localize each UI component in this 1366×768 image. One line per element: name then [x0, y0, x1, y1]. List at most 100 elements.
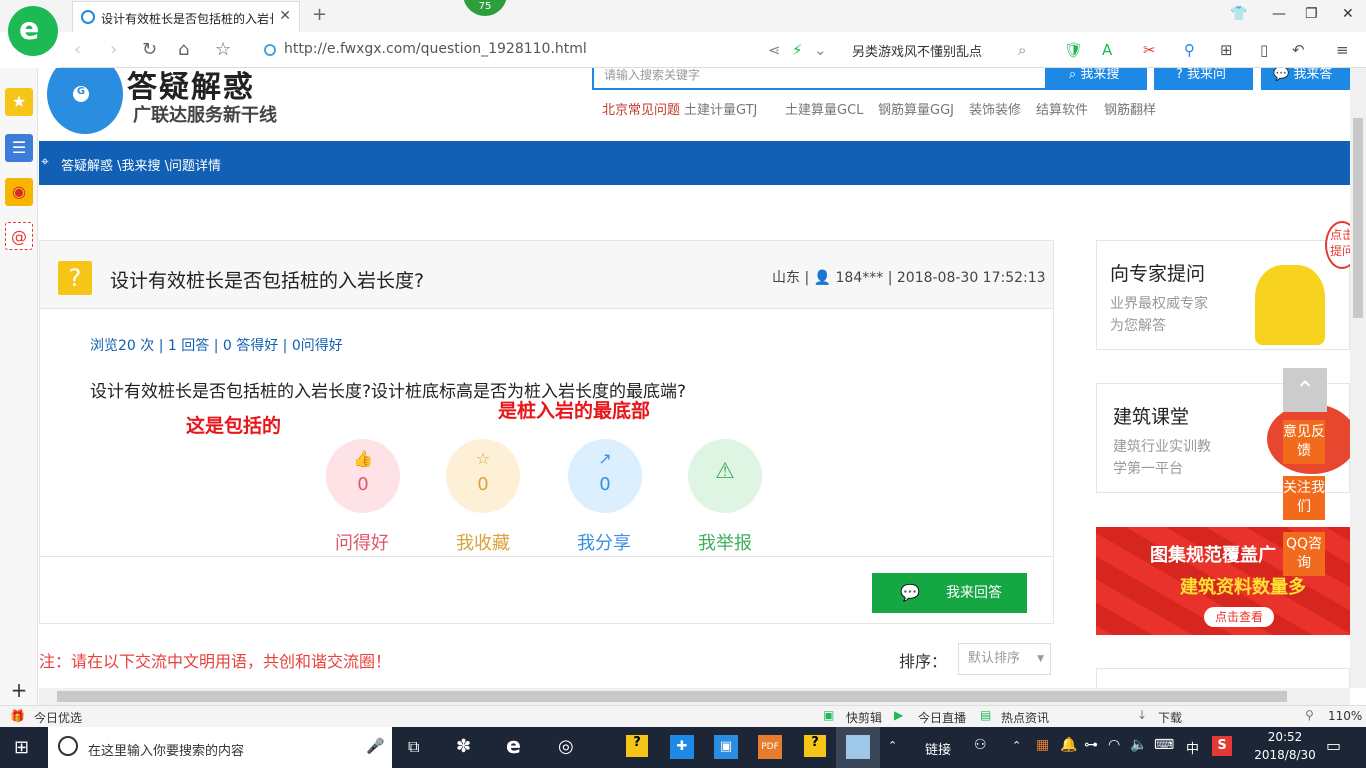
links-toolbar[interactable]: 链接 — [925, 739, 951, 758]
favorite-label[interactable]: 我收藏 — [433, 529, 533, 555]
restore-icon[interactable]: ❐ — [1305, 6, 1318, 22]
tray-bell-icon[interactable]: 🔔 — [1060, 737, 1077, 753]
link-ggj[interactable]: 钢筋算量GGJ — [878, 99, 954, 118]
banner-view-button[interactable]: 点击查看 — [1204, 607, 1274, 627]
refresh-icon[interactable]: ↻ — [142, 39, 157, 60]
help-app-icon[interactable]: ? — [626, 735, 648, 757]
clock-date[interactable]: 2018/8/30 — [1246, 748, 1324, 762]
ask-button[interactable]: ? 我来问 — [1154, 68, 1253, 90]
answer-top-button[interactable]: 💬 我来答 — [1261, 68, 1350, 90]
answer-button[interactable]: 💬 我来回答 — [872, 573, 1027, 613]
ime-indicator[interactable]: 中 — [1186, 738, 1199, 757]
keyboard-icon[interactable]: ⌨ — [1154, 737, 1174, 753]
follow-button[interactable]: 关注我们 — [1283, 476, 1325, 520]
search-icon[interactable]: ⌕ — [1018, 41, 1026, 59]
pinwheel-app-icon[interactable]: ✽ — [456, 736, 471, 757]
hot-search-text[interactable]: 另类游戏风不懂别乱点 — [852, 41, 982, 60]
link-gcl[interactable]: 土建算量GCL — [785, 99, 863, 118]
active-app-icon[interactable] — [846, 735, 870, 759]
site-search-input[interactable]: 请输入搜索关键字 — [592, 68, 1047, 90]
qq-consult-button[interactable]: QQ咨询 — [1283, 532, 1325, 576]
close-tab-icon[interactable]: ✕ — [279, 8, 291, 24]
link-settlement[interactable]: 结算软件 — [1036, 99, 1088, 118]
ie-app-icon[interactable]: e — [506, 734, 521, 759]
close-window-icon[interactable]: ✕ — [1342, 6, 1354, 22]
people-icon[interactable]: ⚇ — [974, 737, 987, 753]
tray-app-icon[interactable]: ▦ — [1036, 737, 1049, 753]
share-action[interactable]: ↗ 0 — [568, 439, 642, 513]
scrollbar-thumb[interactable] — [57, 691, 1287, 702]
new-tab-button[interactable]: + — [312, 4, 327, 25]
app-plus-icon[interactable]: ✚ — [670, 735, 694, 759]
ask-expert-card[interactable]: 向专家提问 业界最权威专家 为您解答 点击提问 — [1096, 221, 1350, 350]
wifi-icon[interactable]: ◠ — [1108, 737, 1120, 753]
speed-icon[interactable]: ⚡ — [792, 41, 803, 59]
bookmark-star-icon[interactable]: ☆ — [215, 39, 231, 60]
home-icon[interactable]: ⌂ — [178, 39, 189, 60]
report-label[interactable]: 我举报 — [675, 529, 775, 555]
email-at-icon[interactable]: @ — [5, 222, 33, 250]
zoom-level[interactable]: 110% — [1328, 709, 1362, 723]
horizontal-scrollbar[interactable] — [39, 688, 1350, 705]
shirt-skin-icon[interactable]: 👕 — [1230, 6, 1247, 22]
back-to-top-icon[interactable]: ⌃ — [1283, 368, 1327, 412]
menu-icon[interactable]: ≡ — [1336, 41, 1349, 59]
task-view-icon[interactable]: ⧉ — [408, 737, 419, 757]
minimize-icon[interactable]: — — [1272, 6, 1286, 22]
status-news[interactable]: 热点资讯 — [1001, 709, 1049, 726]
status-clip[interactable]: 快剪辑 — [846, 709, 882, 726]
favorites-star-icon[interactable]: ★ — [5, 88, 33, 116]
translate-icon[interactable]: A — [1102, 41, 1112, 59]
scrollbar-thumb[interactable] — [1353, 118, 1363, 318]
share-icon[interactable]: ⋖ — [768, 41, 781, 59]
feedback-button[interactable]: 意见反馈 — [1283, 420, 1325, 464]
apps-icon[interactable]: ⊞ — [1220, 41, 1233, 59]
taskbar-search[interactable]: 在这里输入你要搜索的内容 🎤 — [48, 727, 392, 768]
link-decoration[interactable]: 装饰装修 — [969, 99, 1021, 118]
status-download[interactable]: 下载 — [1158, 709, 1182, 726]
help-app-2-icon[interactable]: ? — [804, 735, 826, 757]
scissors-icon[interactable]: ✂ — [1143, 41, 1156, 59]
sort-select[interactable]: 默认排序 ▼ — [958, 643, 1051, 675]
add-icon[interactable]: + — [5, 676, 33, 704]
breadcrumb[interactable]: 答疑解惑 \我来搜 \问题详情 — [61, 155, 221, 174]
volume-muted-icon[interactable]: 🔈 — [1130, 737, 1147, 753]
windows-start-icon[interactable]: ⊞ — [14, 737, 29, 758]
sogou-ime-icon[interactable]: S — [1212, 736, 1232, 756]
url-input[interactable]: http://e.fwxgx.com/question_1928110.html — [284, 41, 587, 57]
reading-list-icon[interactable]: ☰ — [5, 134, 33, 162]
clock-time[interactable]: 20:52 — [1260, 730, 1310, 744]
search-button[interactable]: ⌕ 我来搜 — [1047, 68, 1147, 90]
report-action[interactable]: ⚠ — [688, 439, 762, 513]
status-live[interactable]: 今日直播 — [918, 709, 966, 726]
notification-badge[interactable]: 75 — [463, 0, 507, 16]
link-rebar-layout[interactable]: 钢筋翻样 — [1104, 99, 1156, 118]
link-gtj[interactable]: 土建计量GTJ — [684, 99, 757, 118]
tray-expand-icon[interactable]: ⌃ — [1012, 739, 1021, 752]
forward-icon[interactable]: › — [110, 39, 117, 60]
click-to-ask-bubble[interactable]: 点击提问 — [1325, 221, 1350, 269]
tool-app-icon[interactable]: ▣ — [714, 735, 738, 759]
browser-tab[interactable]: 设计有效桩长是否包括桩的入岩长度?_答疑解惑 ✕ — [72, 1, 300, 32]
like-action[interactable]: 👍 0 — [326, 439, 400, 513]
reader-icon[interactable]: ▯ — [1260, 41, 1268, 59]
share-label[interactable]: 我分享 — [554, 529, 654, 555]
chevron-down-icon[interactable]: ⌄ — [814, 41, 827, 59]
chevron-icon[interactable]: ⌃ — [888, 739, 897, 752]
pdf-app-icon[interactable]: PDF — [758, 735, 782, 759]
action-center-icon[interactable]: ▭ — [1326, 736, 1341, 755]
browser-logo[interactable]: e — [8, 6, 58, 56]
undo-icon[interactable]: ↶ — [1292, 41, 1305, 59]
tray-network-icon[interactable]: ⊶ — [1084, 737, 1098, 753]
vertical-scrollbar[interactable] — [1350, 68, 1366, 688]
link-beijing-faq[interactable]: 北京常见问题 — [602, 99, 680, 118]
back-icon[interactable]: ‹ — [74, 39, 81, 60]
360-browser-icon[interactable]: ◎ — [558, 736, 574, 757]
like-label[interactable]: 问得好 — [312, 529, 412, 555]
site-info-icon[interactable] — [264, 44, 276, 56]
favorite-action[interactable]: ☆ 0 — [446, 439, 520, 513]
today-picks[interactable]: 今日优选 — [34, 709, 82, 726]
security-shield-icon[interactable]: 🛡 — [1064, 41, 1083, 59]
magnifier-icon[interactable]: ⚲ — [1184, 41, 1195, 59]
weibo-icon[interactable]: ◉ — [5, 178, 33, 206]
